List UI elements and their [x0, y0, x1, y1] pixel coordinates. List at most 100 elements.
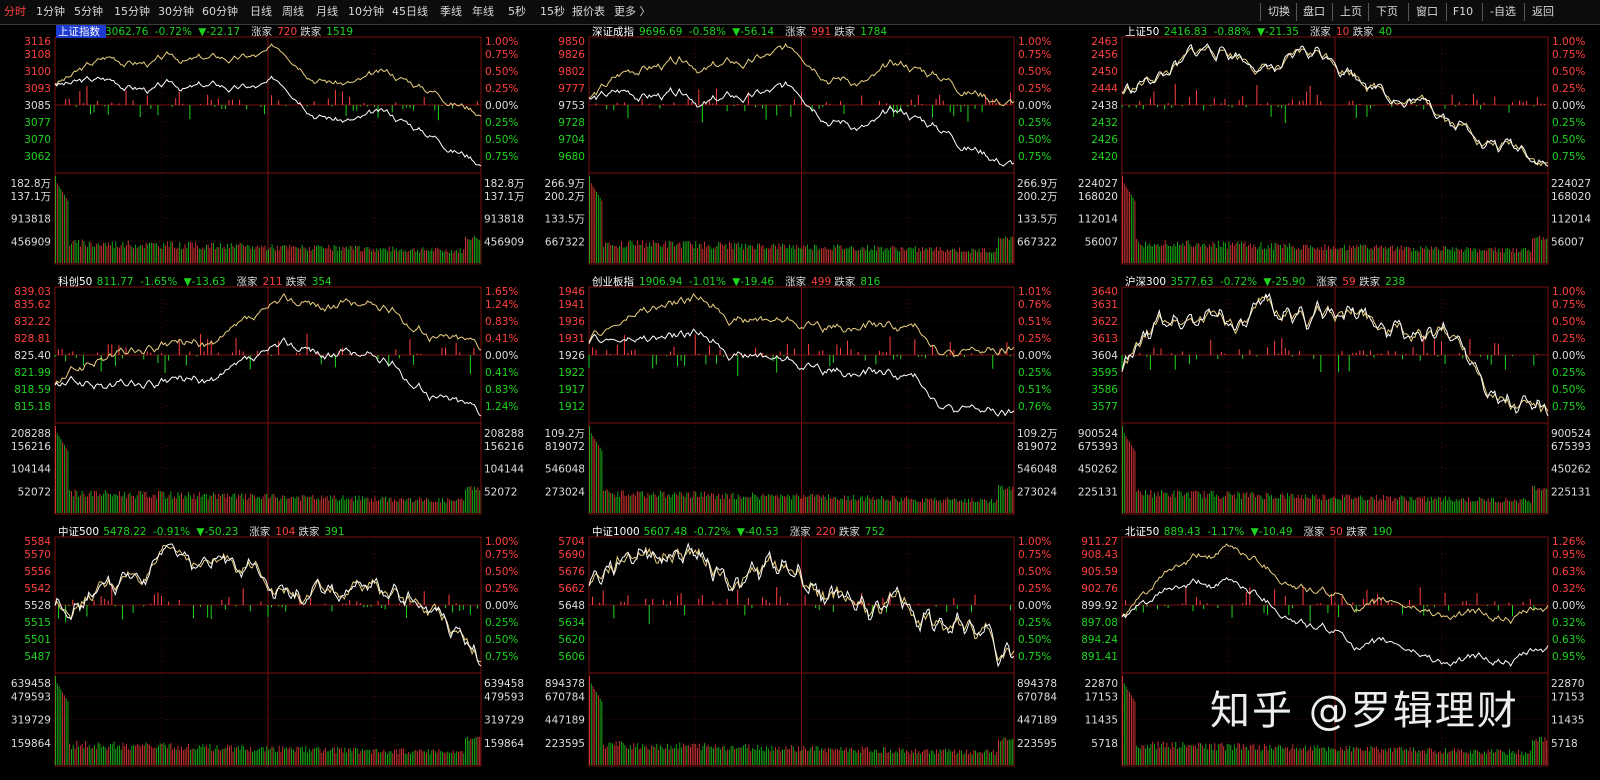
toolbar-item-6[interactable]: 日线: [250, 0, 272, 24]
toolbar-item-16[interactable]: 更多 〉: [614, 0, 651, 24]
pct-tick: 0.51%: [1018, 384, 1051, 396]
pct-tick: 1.00%: [1018, 36, 1051, 48]
panel-change: ▼-19.46: [732, 276, 774, 288]
index-panel-kc50[interactable]: 科创50 811.77 -1.65% ▼-13.63 涨家 211 跌家 354 839.03 8…: [0, 275, 533, 524]
toolbar-item-9[interactable]: 10分钟: [348, 0, 384, 24]
price-tick: 2438: [1091, 100, 1118, 112]
up-count: 50: [1330, 526, 1343, 538]
pct-tick: 0.75%: [485, 549, 518, 561]
panel-change: ▼-50.23: [196, 526, 238, 538]
index-panel-bz50[interactable]: 北证50 889.43 -1.17% ▼-10.49 涨家 50 跌家 190 911.27 90…: [1067, 525, 1600, 776]
vol-tick-left: 156216: [11, 441, 51, 453]
price-tick: 9753: [558, 100, 585, 112]
toolbar-item-7[interactable]: 周线: [282, 0, 304, 24]
vol-tick-right: 894378: [1017, 678, 1057, 690]
up-label: 涨家: [249, 525, 270, 538]
vol-tick-right: 913818: [484, 214, 524, 226]
chart-canvas: 深证成指 9696.69 -0.58% ▼-56.14 涨家 991 跌家 178498509…: [544, 25, 1058, 265]
pct-tick: 0.95%: [1552, 549, 1585, 561]
vol-tick-left: 208288: [11, 428, 51, 440]
price-tick: 1926: [558, 350, 585, 362]
index-panel-hs300[interactable]: 沪深300 3577.63 -0.72% ▼-25.90 涨家 59 跌家 238 3640 36…: [1067, 275, 1600, 524]
toolbar-item-2[interactable]: 5分钟: [74, 0, 103, 24]
pct-tick: 0.25%: [485, 83, 518, 95]
toolbar-item-5[interactable]: 60分钟: [202, 0, 238, 24]
vol-tick-left: 5718: [1091, 738, 1118, 750]
price-tick: 3622: [1091, 316, 1118, 328]
toolbar-item-1[interactable]: 1分钟: [36, 0, 65, 24]
vol-tick-left: 819072: [545, 441, 585, 453]
toolbar-right-5[interactable]: F10: [1448, 2, 1478, 22]
toolbar-right-7[interactable]: 返回: [1526, 2, 1560, 22]
index-panel-shanghai[interactable]: 上证指数 3062.76 -0.72% ▼-22.17 涨家 720 跌家 1519 3116 3…: [0, 25, 533, 274]
vol-tick-left: 546048: [545, 464, 585, 476]
toolbar-item-10[interactable]: 45日线: [392, 0, 428, 24]
vol-tick-right: 675393: [1551, 441, 1591, 453]
index-panel-cyb[interactable]: 创业板指 1906.94 -1.01% ▼-19.46 涨家 499 跌家 816 1946 19…: [534, 275, 1066, 524]
toolbar-item-13[interactable]: 5秒: [508, 0, 526, 24]
vol-tick-left: 319729: [11, 715, 51, 727]
panel-pct: -0.58%: [689, 26, 726, 38]
up-label: 涨家: [785, 275, 807, 288]
vol-tick-left: 17153: [1085, 691, 1118, 703]
up-label: 涨家: [790, 525, 811, 538]
vol-tick-left: 56007: [1085, 236, 1118, 248]
pct-tick: 0.00%: [1552, 100, 1585, 112]
price-tick: 5634: [558, 617, 585, 629]
toolbar-item-4[interactable]: 30分钟: [158, 0, 194, 24]
pct-tick: 0.41%: [485, 367, 518, 379]
toolbar-right-1[interactable]: 盘口: [1298, 2, 1330, 22]
price-tick: 2450: [1091, 66, 1118, 78]
toolbar-item-14[interactable]: 15秒: [540, 0, 565, 24]
toolbar-item-11[interactable]: 季线: [440, 0, 462, 24]
pct-tick: 0.75%: [485, 151, 518, 163]
price-tick: 3613: [1091, 333, 1118, 345]
toolbar-right-3[interactable]: 下页: [1370, 2, 1404, 22]
toolbar-item-3[interactable]: 15分钟: [114, 0, 150, 24]
down-count: 1784: [860, 26, 887, 38]
index-panel-shenzhen[interactable]: 深证成指 9696.69 -0.58% ▼-56.14 涨家 991 跌家 1784 9850 9…: [534, 25, 1066, 274]
toolbar-right-2[interactable]: 上页: [1334, 2, 1368, 22]
down-label: 跌家: [834, 275, 855, 288]
price-tick: 3108: [24, 49, 51, 61]
price-tick: 828.81: [14, 333, 51, 345]
pct-tick: 0.25%: [1552, 83, 1585, 95]
price-tick: 9826: [558, 49, 585, 61]
price-tick: 897.08: [1081, 617, 1118, 629]
vol-tick-right: 112014: [1551, 214, 1591, 226]
toolbar-item-12[interactable]: 年线: [472, 0, 494, 24]
down-label: 跌家: [1346, 525, 1367, 538]
price-tick: 9850: [558, 36, 585, 48]
index-panel-zz500[interactable]: 中证500 5478.22 -0.91% ▼-50.23 涨家 104 跌家 391 5584 5…: [0, 525, 533, 776]
pct-tick: 0.00%: [1018, 350, 1051, 362]
vol-tick-left: 450262: [1078, 464, 1118, 476]
toolbar-right-4[interactable]: 窗口: [1410, 2, 1444, 22]
toolbar-right-0[interactable]: 切换: [1262, 2, 1296, 22]
pct-tick: 1.00%: [1552, 36, 1585, 48]
index-panel-zz1000[interactable]: 中证1000 5607.48 -0.72% ▼-40.53 涨家 220 跌家 752 5704…: [534, 525, 1066, 776]
up-label: 涨家: [251, 25, 272, 38]
pct-tick: 0.41%: [485, 333, 518, 345]
chart-canvas: 创业板指 1906.94 -1.01% ▼-19.46 涨家 499 跌家 816194619…: [544, 275, 1058, 515]
toolbar-right-6[interactable]: -自选: [1484, 2, 1522, 22]
pct-tick: 0.50%: [1018, 634, 1051, 646]
toolbar-separator: [1368, 3, 1369, 21]
down-count: 238: [1385, 276, 1405, 288]
up-count: 104: [275, 526, 295, 538]
toolbar-separator: [1408, 3, 1409, 21]
up-label: 涨家: [785, 25, 807, 38]
toolbar-item-15[interactable]: 报价表: [572, 0, 605, 24]
pct-tick: 0.25%: [1552, 117, 1585, 129]
vol-tick-left: 168020: [1078, 191, 1118, 203]
panel-title: 中证1000: [592, 525, 640, 538]
index-panel-sz50[interactable]: 上证50 2416.83 -0.88% ▼-21.35 涨家 10 跌家 40 2463 2456…: [1067, 25, 1600, 274]
vol-tick-left: 894378: [545, 678, 585, 690]
pct-tick: 0.25%: [1552, 333, 1585, 345]
toolbar-item-8[interactable]: 月线: [316, 0, 338, 24]
toolbar-item-0[interactable]: 分时: [4, 0, 26, 24]
pct-tick: 0.25%: [485, 617, 518, 629]
down-label: 跌家: [1353, 25, 1375, 38]
pct-tick: 0.75%: [1018, 49, 1051, 61]
vol-tick-right: 819072: [1017, 441, 1057, 453]
price-tick: 1941: [558, 299, 585, 311]
